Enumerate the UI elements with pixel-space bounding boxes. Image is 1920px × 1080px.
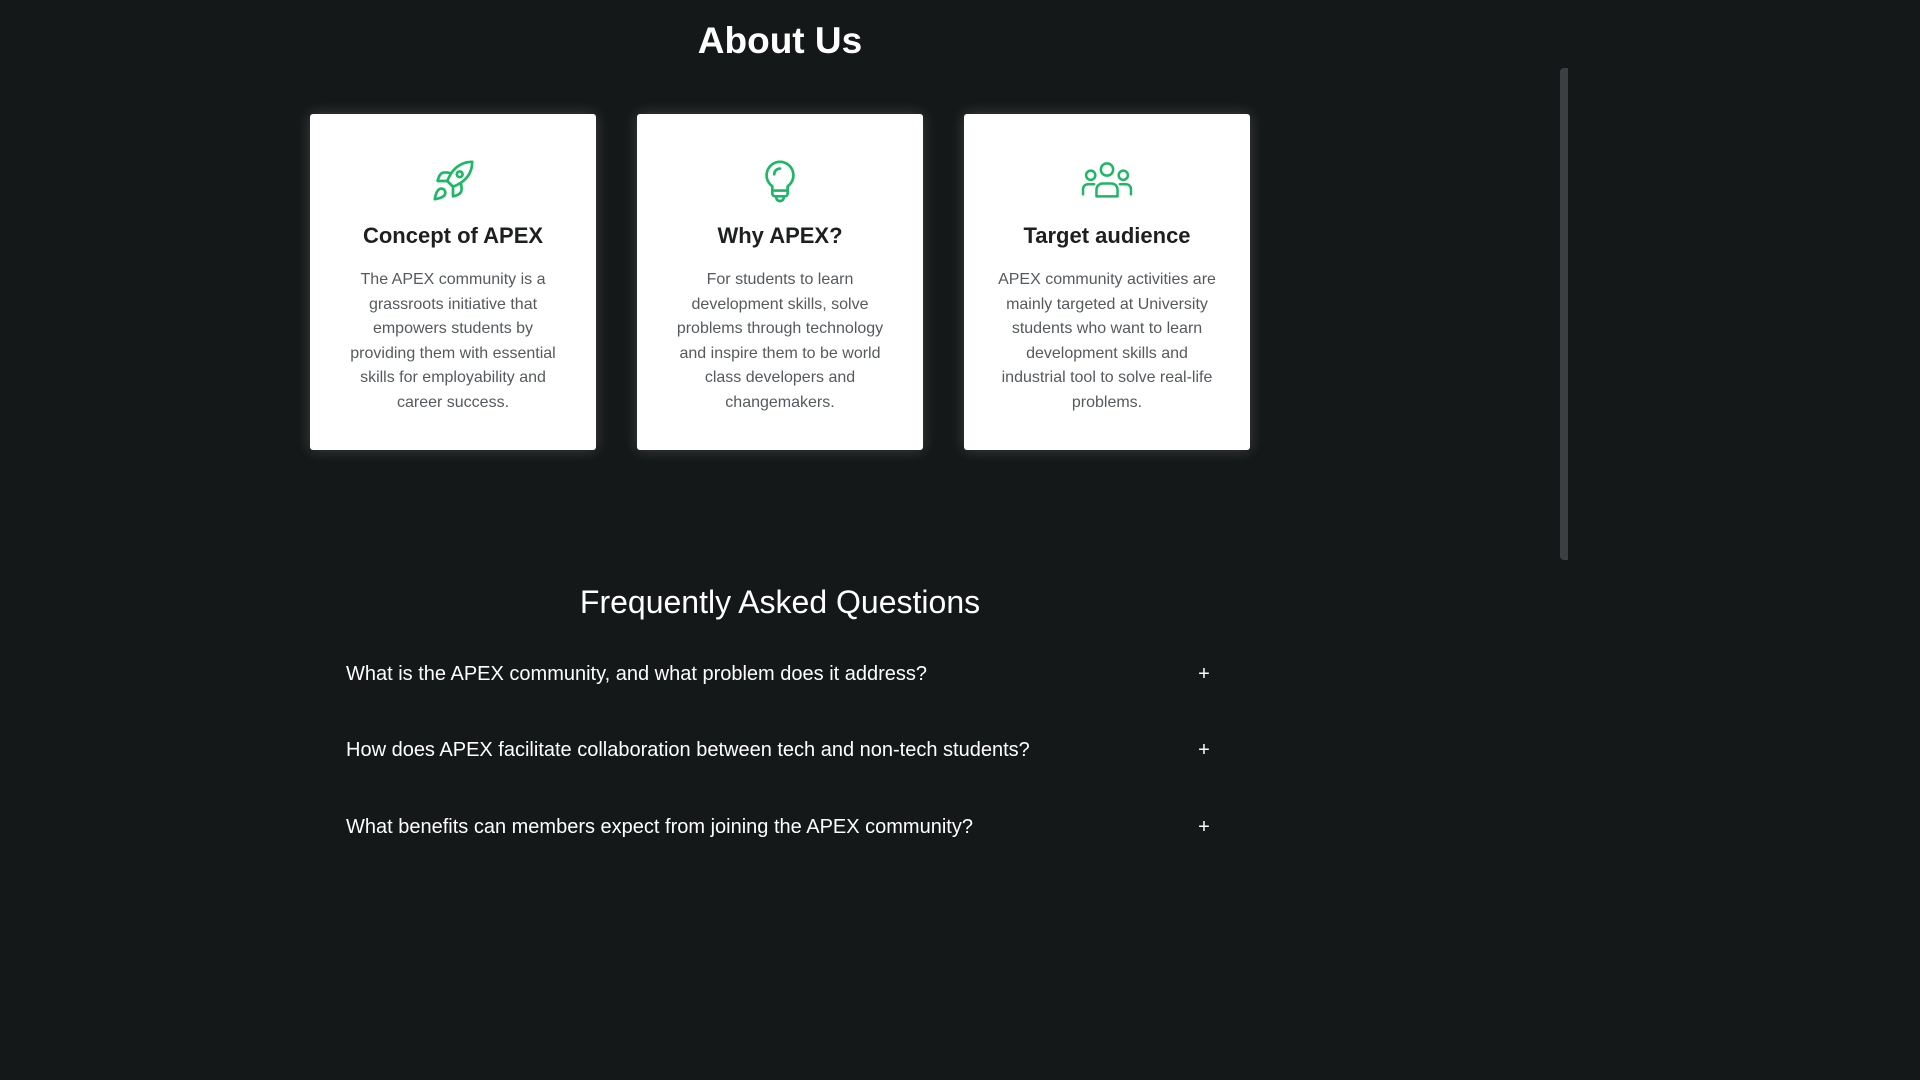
faq-item[interactable]: How does APEX facilitate collaboration b… [346,735,1216,765]
card-title: Why APEX? [717,223,843,248]
lightbulb-icon [637,158,923,204]
card-why: Why APEX? For students to learn developm… [637,114,923,450]
plus-icon[interactable]: + [1194,739,1214,762]
plus-icon[interactable]: + [1194,663,1214,686]
scrollbar-thumb[interactable] [1560,68,1568,560]
faq-question: How does APEX facilitate collaboration b… [346,739,1030,761]
users-icon [964,158,1250,204]
card-title: Target audience [1023,223,1191,248]
card-text: APEX community activities are mainly tar… [998,271,1216,411]
plus-icon[interactable]: + [1194,816,1214,839]
scrollbar[interactable] [1560,0,1568,882]
faq-question: What benefits can members expect from jo… [346,816,973,838]
faq-question: What is the APEX community, and what pro… [346,663,928,685]
rocket-icon [310,158,596,204]
about-cards: Concept of APEX The APEX community is a … [310,114,1250,450]
card-audience: Target audience APEX community activitie… [964,114,1250,450]
faq-item[interactable]: What is the APEX community, and what pro… [346,659,1216,689]
card-text: For students to learn development skills… [676,271,884,411]
about-title: About Us [697,20,863,61]
page: About Us Concept of APEX The APEX commun… [0,0,1568,882]
faq-title: Frequently Asked Questions [579,584,981,620]
faq-item[interactable]: What benefits can members expect from jo… [346,812,1216,842]
card-title: Concept of APEX [362,223,544,248]
card-text: The APEX community is a grassroots initi… [350,271,556,411]
card-concept: Concept of APEX The APEX community is a … [310,114,596,450]
